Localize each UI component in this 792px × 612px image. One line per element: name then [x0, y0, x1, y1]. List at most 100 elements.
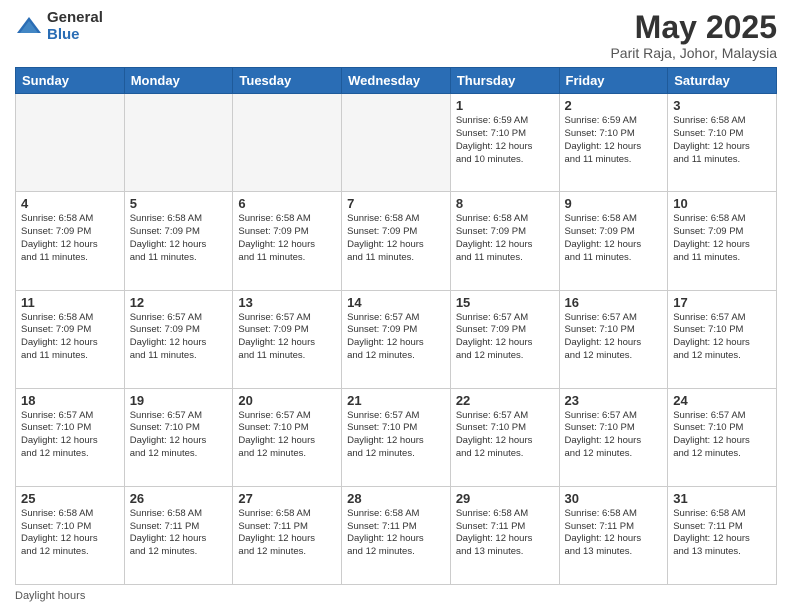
calendar-cell: 28 Sunrise: 6:58 AMSunset: 7:11 PMDayligh… — [342, 486, 451, 584]
day-info: Sunrise: 6:57 AMSunset: 7:10 PMDaylight:… — [347, 410, 445, 461]
calendar-cell: 31Sunrise: 6:58 AMSunset: 7:11 PMDayligh… — [668, 486, 777, 584]
day-info: Sunrise: 6:58 AMSunset: 7:11 PMDaylight:… — [238, 508, 336, 559]
day-info: Sunrise: 6:57 AMSunset: 7:09 PMDaylight:… — [238, 312, 336, 363]
calendar-table: SundayMondayTuesdayWednesdayThursdayFrid… — [15, 67, 777, 585]
header: General Blue May 2025 Parit Raja, Johor,… — [15, 10, 777, 61]
day-info: Sunrise: 6:59 AMSunset: 7:10 PMDaylight:… — [456, 115, 554, 166]
day-number: 30 — [565, 491, 663, 506]
day-info: Sunrise: 6:59 AMSunset: 7:10 PMDaylight:… — [565, 115, 663, 166]
day-number: 21 — [347, 393, 445, 408]
calendar-cell: 13Sunrise: 6:57 AMSunset: 7:09 PMDayligh… — [233, 290, 342, 388]
calendar-cell: 22Sunrise: 6:57 AMSunset: 7:10 PMDayligh… — [450, 388, 559, 486]
day-number: 31 — [673, 491, 771, 506]
calendar-week-row: 25 Sunrise: 6:58 AMSunset: 7:10 PMDayligh… — [16, 486, 777, 584]
calendar-cell: 1 Sunrise: 6:59 AMSunset: 7:10 PMDaylight… — [450, 94, 559, 192]
day-info: Sunrise: 6:58 AMSunset: 7:09 PMDaylight:… — [238, 213, 336, 264]
day-number: 9 — [565, 196, 663, 211]
calendar-cell: 25 Sunrise: 6:58 AMSunset: 7:10 PMDayligh… — [16, 486, 125, 584]
calendar-cell: 12 Sunrise: 6:57 AMSunset: 7:09 PMDayligh… — [124, 290, 233, 388]
logo: General Blue — [15, 10, 103, 43]
calendar-cell: 23 Sunrise: 6:57 AMSunset: 7:10 PMDayligh… — [559, 388, 668, 486]
day-number: 4 — [21, 196, 119, 211]
logo-icon — [15, 13, 43, 41]
day-number: 17 — [673, 295, 771, 310]
calendar-cell: 27 Sunrise: 6:58 AMSunset: 7:11 PMDayligh… — [233, 486, 342, 584]
day-info: Sunrise: 6:58 AMSunset: 7:11 PMDaylight:… — [565, 508, 663, 559]
day-info: Sunrise: 6:57 AMSunset: 7:10 PMDaylight:… — [130, 410, 228, 461]
calendar-week-row: 11Sunrise: 6:58 AMSunset: 7:09 PMDayligh… — [16, 290, 777, 388]
day-info: Sunrise: 6:58 AMSunset: 7:11 PMDaylight:… — [347, 508, 445, 559]
day-number: 18 — [21, 393, 119, 408]
day-number: 11 — [21, 295, 119, 310]
footer: Daylight hours — [15, 590, 777, 602]
daylight-label: Daylight hours — [15, 590, 85, 602]
day-info: Sunrise: 6:57 AMSunset: 7:10 PMDaylight:… — [565, 312, 663, 363]
day-info: Sunrise: 6:57 AMSunset: 7:10 PMDaylight:… — [21, 410, 119, 461]
day-number: 7 — [347, 196, 445, 211]
calendar-header-row: SundayMondayTuesdayWednesdayThursdayFrid… — [16, 68, 777, 94]
day-number: 14 — [347, 295, 445, 310]
day-number: 24 — [673, 393, 771, 408]
day-info: Sunrise: 6:58 AMSunset: 7:10 PMDaylight:… — [673, 115, 771, 166]
day-number: 29 — [456, 491, 554, 506]
calendar-cell — [233, 94, 342, 192]
main-title: May 2025 — [610, 10, 777, 45]
calendar-cell — [16, 94, 125, 192]
calendar-cell: 5 Sunrise: 6:58 AMSunset: 7:09 PMDaylight… — [124, 192, 233, 290]
day-number: 27 — [238, 491, 336, 506]
day-number: 12 — [130, 295, 228, 310]
calendar-cell — [342, 94, 451, 192]
day-info: Sunrise: 6:58 AMSunset: 7:09 PMDaylight:… — [565, 213, 663, 264]
calendar-col-header: Monday — [124, 68, 233, 94]
calendar-cell: 4Sunrise: 6:58 AMSunset: 7:09 PMDaylight… — [16, 192, 125, 290]
day-number: 22 — [456, 393, 554, 408]
day-info: Sunrise: 6:57 AMSunset: 7:10 PMDaylight:… — [673, 410, 771, 461]
day-number: 8 — [456, 196, 554, 211]
day-info: Sunrise: 6:58 AMSunset: 7:10 PMDaylight:… — [21, 508, 119, 559]
calendar-col-header: Thursday — [450, 68, 559, 94]
calendar-cell — [124, 94, 233, 192]
day-number: 6 — [238, 196, 336, 211]
calendar-week-row: 1 Sunrise: 6:59 AMSunset: 7:10 PMDaylight… — [16, 94, 777, 192]
day-number: 28 — [347, 491, 445, 506]
calendar-cell: 14 Sunrise: 6:57 AMSunset: 7:09 PMDayligh… — [342, 290, 451, 388]
day-number: 25 — [21, 491, 119, 506]
day-number: 5 — [130, 196, 228, 211]
day-number: 15 — [456, 295, 554, 310]
calendar-cell: 24 Sunrise: 6:57 AMSunset: 7:10 PMDayligh… — [668, 388, 777, 486]
day-number: 1 — [456, 98, 554, 113]
logo-text: General Blue — [47, 10, 103, 43]
title-block: May 2025 Parit Raja, Johor, Malaysia — [610, 10, 777, 61]
day-info: Sunrise: 6:58 AMSunset: 7:11 PMDaylight:… — [456, 508, 554, 559]
calendar-col-header: Tuesday — [233, 68, 342, 94]
day-info: Sunrise: 6:58 AMSunset: 7:09 PMDaylight:… — [456, 213, 554, 264]
day-number: 16 — [565, 295, 663, 310]
day-number: 19 — [130, 393, 228, 408]
calendar-cell: 21 Sunrise: 6:57 AMSunset: 7:10 PMDayligh… — [342, 388, 451, 486]
calendar-week-row: 4 Sunrise: 6:58 AMSunset: 7:09 PMDaylight… — [16, 192, 777, 290]
day-info: Sunrise: 6:58 AMSunset: 7:09 PMDaylight:… — [130, 213, 228, 264]
calendar-cell: 29 Sunrise: 6:58 AMSunset: 7:11 PMDayligh… — [450, 486, 559, 584]
day-number: 23 — [565, 393, 663, 408]
subtitle: Parit Raja, Johor, Malaysia — [610, 45, 777, 61]
day-number: 2 — [565, 98, 663, 113]
calendar-cell: 20Sunrise: 6:57 AMSunset: 7:10 PMDayligh… — [233, 388, 342, 486]
calendar-col-header: Wednesday — [342, 68, 451, 94]
calendar-cell: 3Sunrise: 6:58 AMSunset: 7:10 PMDaylight… — [668, 94, 777, 192]
calendar-cell: 9 Sunrise: 6:58 AMSunset: 7:09 PMDaylight… — [559, 192, 668, 290]
calendar-cell: 19 Sunrise: 6:57 AMSunset: 7:10 PMDayligh… — [124, 388, 233, 486]
day-info: Sunrise: 6:57 AMSunset: 7:09 PMDaylight:… — [130, 312, 228, 363]
calendar-cell: 18 Sunrise: 6:57 AMSunset: 7:10 PMDayligh… — [16, 388, 125, 486]
day-info: Sunrise: 6:57 AMSunset: 7:09 PMDaylight:… — [456, 312, 554, 363]
day-info: Sunrise: 6:57 AMSunset: 7:09 PMDaylight:… — [347, 312, 445, 363]
logo-general-text: General — [47, 10, 103, 27]
day-info: Sunrise: 6:57 AMSunset: 7:10 PMDaylight:… — [565, 410, 663, 461]
calendar-cell: 7Sunrise: 6:58 AMSunset: 7:09 PMDaylight… — [342, 192, 451, 290]
calendar-cell: 2 Sunrise: 6:59 AMSunset: 7:10 PMDaylight… — [559, 94, 668, 192]
page: General Blue May 2025 Parit Raja, Johor,… — [0, 0, 792, 612]
calendar-week-row: 18 Sunrise: 6:57 AMSunset: 7:10 PMDayligh… — [16, 388, 777, 486]
calendar-cell: 26Sunrise: 6:58 AMSunset: 7:11 PMDayligh… — [124, 486, 233, 584]
calendar-col-header: Saturday — [668, 68, 777, 94]
calendar-cell: 15 Sunrise: 6:57 AMSunset: 7:09 PMDayligh… — [450, 290, 559, 388]
calendar-cell: 16 Sunrise: 6:57 AMSunset: 7:10 PMDayligh… — [559, 290, 668, 388]
